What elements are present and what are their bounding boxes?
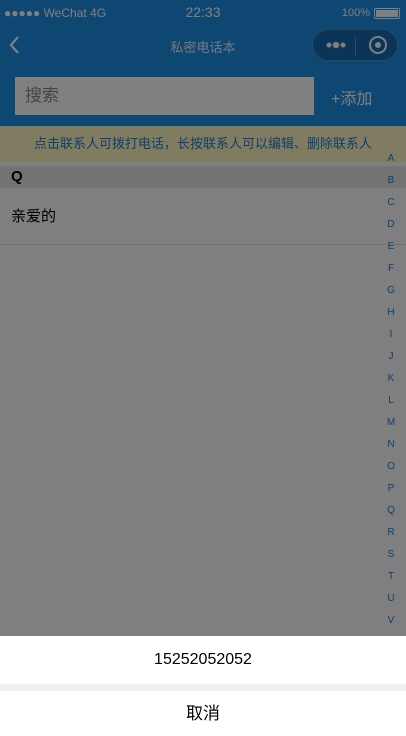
call-number-option[interactable]: 15252052052 (0, 636, 406, 684)
action-sheet: 15252052052 取消 (0, 636, 406, 736)
modal-overlay[interactable] (0, 0, 406, 736)
cancel-button[interactable]: 取消 (0, 691, 406, 736)
